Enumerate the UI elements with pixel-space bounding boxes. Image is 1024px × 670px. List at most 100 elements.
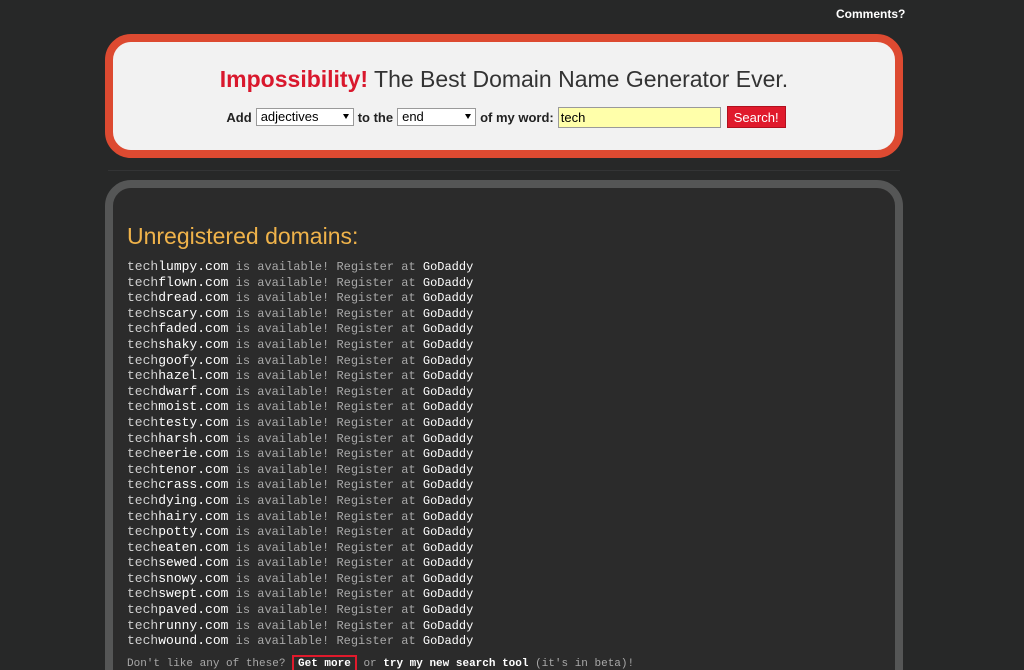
registrar-link[interactable]: GoDaddy <box>423 603 473 617</box>
domain-suffix: runny.com <box>158 617 229 633</box>
availability-text: is available! Register at <box>228 353 423 368</box>
availability-text: is available! Register at <box>228 540 423 555</box>
availability-text: is available! Register at <box>228 400 423 415</box>
domain-prefix: tech <box>127 524 159 540</box>
header-panel: Impossibility! The Best Domain Name Gene… <box>105 34 903 158</box>
domain-row: techflown.com is available! Register at … <box>127 275 473 291</box>
registrar-link[interactable]: GoDaddy <box>423 447 473 461</box>
domain-prefix: tech <box>127 305 159 321</box>
registrar-link[interactable]: GoDaddy <box>423 369 473 383</box>
availability-text: is available! Register at <box>228 369 423 384</box>
availability-text: is available! Register at <box>228 478 423 493</box>
search-button[interactable]: Search! <box>726 106 786 128</box>
registrar-link[interactable]: GoDaddy <box>423 556 473 570</box>
get-more-button[interactable]: Get more <box>292 655 357 670</box>
registrar-link[interactable]: GoDaddy <box>423 587 473 601</box>
domain-suffix: hairy.com <box>158 508 229 524</box>
registrar-link[interactable]: GoDaddy <box>423 385 473 399</box>
domain-row: techlumpy.com is available! Register at … <box>127 259 473 275</box>
new-search-tool-link[interactable]: try my new search tool <box>383 658 528 670</box>
registrar-link[interactable]: GoDaddy <box>423 478 473 492</box>
domain-prefix: tech <box>127 321 159 337</box>
availability-text: is available! Register at <box>228 493 423 508</box>
availability-text: is available! Register at <box>228 431 423 446</box>
domain-row: techscary.com is available! Register at … <box>127 306 473 322</box>
domain-suffix: dying.com <box>158 492 229 508</box>
registrar-link[interactable]: GoDaddy <box>423 525 473 539</box>
registrar-link[interactable]: GoDaddy <box>423 619 473 633</box>
availability-text: is available! Register at <box>228 618 423 633</box>
registrar-link[interactable]: GoDaddy <box>423 291 473 305</box>
domain-row: techwound.com is available! Register at … <box>127 633 473 649</box>
registrar-link[interactable]: GoDaddy <box>423 416 473 430</box>
registrar-link[interactable]: GoDaddy <box>423 510 473 524</box>
footer-beta-note: (it's in beta)! <box>528 658 635 670</box>
registrar-link[interactable]: GoDaddy <box>423 276 473 290</box>
domain-row: techfaded.com is available! Register at … <box>127 321 473 337</box>
domain-prefix: tech <box>127 290 159 306</box>
domain-row: techdread.com is available! Register at … <box>127 290 473 306</box>
domain-row: techcrass.com is available! Register at … <box>127 477 473 493</box>
domain-prefix: tech <box>127 336 159 352</box>
comments-link[interactable]: Comments? <box>836 7 905 21</box>
domain-row: techmoist.com is available! Register at … <box>127 399 473 415</box>
domain-prefix: tech <box>127 492 159 508</box>
registrar-link[interactable]: GoDaddy <box>423 260 473 274</box>
results-title: Unregistered domains: <box>127 223 359 249</box>
domain-prefix: tech <box>127 352 159 368</box>
position-select[interactable]: end <box>397 108 477 126</box>
domain-prefix: tech <box>127 633 159 649</box>
registrar-link[interactable]: GoDaddy <box>423 463 473 477</box>
domain-row: techdwarf.com is available! Register at … <box>127 384 473 400</box>
domain-row: techharsh.com is available! Register at … <box>127 431 473 447</box>
registrar-link[interactable]: GoDaddy <box>423 634 473 648</box>
availability-text: is available! Register at <box>228 322 423 337</box>
domain-prefix: tech <box>127 399 159 415</box>
domain-suffix: goofy.com <box>158 352 229 368</box>
domain-row: techsewed.com is available! Register at … <box>127 555 473 571</box>
brand-name: Impossibility! <box>219 66 369 92</box>
category-selected-value: adjectives <box>260 109 319 124</box>
registrar-link[interactable]: GoDaddy <box>423 432 473 446</box>
domain-suffix: potty.com <box>158 524 229 540</box>
domain-row: techdying.com is available! Register at … <box>127 493 473 509</box>
availability-text: is available! Register at <box>228 587 423 602</box>
registrar-link[interactable]: GoDaddy <box>423 354 473 368</box>
registrar-link[interactable]: GoDaddy <box>423 494 473 508</box>
add-label: Add <box>226 109 252 125</box>
domain-prefix: tech <box>127 383 159 399</box>
availability-text: is available! Register at <box>228 306 423 321</box>
domain-suffix: crass.com <box>158 477 229 493</box>
availability-text: is available! Register at <box>228 415 423 430</box>
domain-suffix: eerie.com <box>158 446 229 462</box>
registrar-link[interactable]: GoDaddy <box>423 322 473 336</box>
domain-row: techsnowy.com is available! Register at … <box>127 571 473 587</box>
domain-suffix: shaky.com <box>158 336 229 352</box>
domain-prefix: tech <box>127 414 159 430</box>
registrar-link[interactable]: GoDaddy <box>423 400 473 414</box>
category-select[interactable]: adjectives <box>255 108 354 126</box>
availability-text: is available! Register at <box>228 384 423 399</box>
availability-text: is available! Register at <box>228 462 423 477</box>
domain-row: techeerie.com is available! Register at … <box>127 446 473 462</box>
domain-row: techpotty.com is available! Register at … <box>127 524 473 540</box>
registrar-link[interactable]: GoDaddy <box>423 338 473 352</box>
registrar-link[interactable]: GoDaddy <box>423 541 473 555</box>
registrar-link[interactable]: GoDaddy <box>423 307 473 321</box>
domain-prefix: tech <box>127 555 159 571</box>
domain-suffix: dread.com <box>158 290 229 306</box>
domain-suffix: tenor.com <box>158 461 229 477</box>
domain-suffix: eaten.com <box>158 539 229 555</box>
word-input[interactable] <box>557 106 721 128</box>
page-title: Impossibility! The Best Domain Name Gene… <box>113 66 895 93</box>
tagline: The Best Domain Name Generator Ever. <box>368 66 789 92</box>
footer-line: Don't like any of these? Get more or try… <box>127 655 635 670</box>
domain-suffix: faded.com <box>158 321 229 337</box>
results-panel: Unregistered domains: techlumpy.com is a… <box>105 180 903 670</box>
domain-suffix: flown.com <box>158 274 229 290</box>
availability-text: is available! Register at <box>228 260 423 274</box>
domain-suffix: wound.com <box>158 633 229 649</box>
domain-list: techlumpy.com is available! Register at … <box>127 259 473 649</box>
registrar-link[interactable]: GoDaddy <box>423 572 473 586</box>
footer-or: or <box>356 658 384 670</box>
